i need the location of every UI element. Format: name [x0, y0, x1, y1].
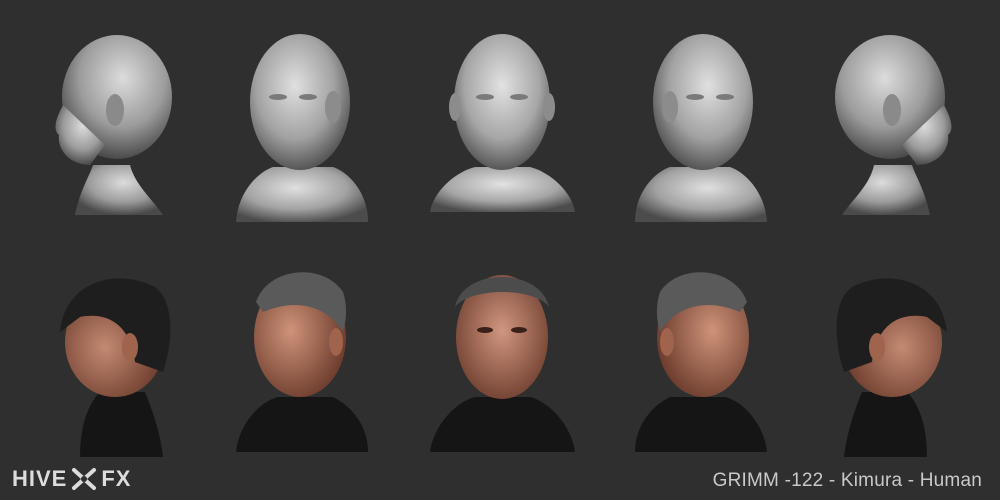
- textured-head-right-profile: [836, 278, 947, 457]
- hivefx-logo: HIVE FX: [12, 466, 131, 492]
- logo-text-right: FX: [101, 466, 132, 491]
- logo-x-mark-icon: [72, 468, 97, 490]
- sculpt-head-right-profile: [835, 35, 952, 215]
- sculpt-head-right-three-quarter: [635, 34, 767, 222]
- image-caption: GRIMM -122 - Kimura - Human: [712, 470, 982, 491]
- logo-text-left: HIVE: [12, 466, 68, 491]
- sculpt-head-left-profile: [55, 35, 172, 215]
- textured-head-left-three-quarter: [236, 272, 368, 452]
- textured-head-front: [430, 275, 575, 452]
- sculpt-head-left-three-quarter: [236, 34, 368, 222]
- textured-head-left-profile: [60, 278, 171, 457]
- textured-head-right-three-quarter: [635, 272, 767, 452]
- turnaround-stage: HIVE FX GRIMM -122 - Kimura - Human: [0, 0, 1000, 500]
- sculpt-head-front: [430, 34, 575, 212]
